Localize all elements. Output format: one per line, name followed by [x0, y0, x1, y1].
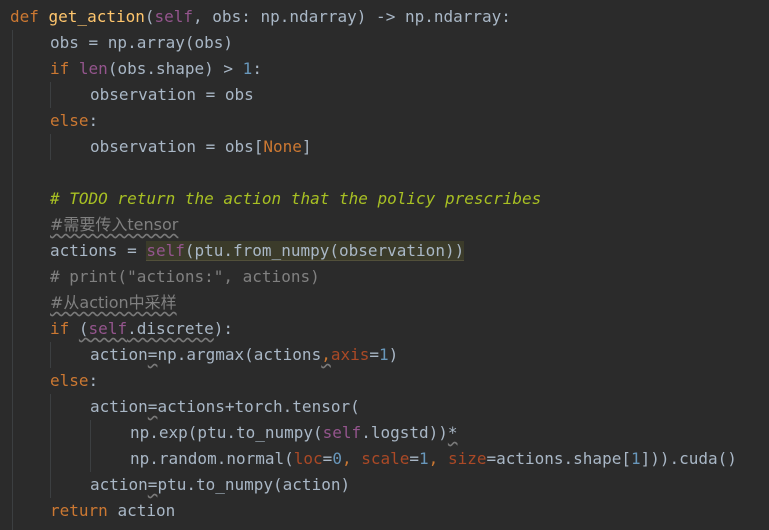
code-line[interactable]: #从action中采样 [50, 290, 177, 316]
code-token: , [341, 449, 362, 468]
code-line[interactable]: np.exp(ptu.to_numpy(self.logstd))* [130, 420, 458, 446]
code-line[interactable]: action=np.argmax(actions,axis=1) [90, 342, 398, 368]
code-token: observation = obs [90, 85, 254, 104]
code-token: .logstd)) [361, 423, 448, 442]
code-token: self [322, 423, 362, 442]
code-token: action [90, 475, 148, 494]
code-token: obs = np.array(obs) [50, 33, 234, 52]
code-token: if [50, 319, 79, 338]
code-token: else [50, 111, 89, 130]
code-line[interactable]: def get_action(self, obs: np.ndarray) ->… [10, 4, 511, 30]
code-token: observation = obs[ [90, 137, 264, 156]
code-token: , obs: np.ndarray) -> np.ndarray: [193, 7, 511, 26]
code-line[interactable]: np.random.normal(loc=0, scale=1, size=ac… [130, 446, 737, 472]
code-token: # print("actions:", actions) [50, 267, 320, 286]
code-token: =actions.shape[ [486, 449, 631, 468]
code-line[interactable]: obs = np.array(obs) [50, 30, 233, 56]
code-token: actions = [50, 241, 147, 260]
code-token: np.exp(ptu.to_numpy( [130, 423, 323, 442]
code-token: 1 [419, 449, 429, 468]
code-token: ): [213, 319, 234, 338]
code-token: ] [301, 137, 312, 156]
code-line[interactable]: actions = self(ptu.from_numpy(observatio… [50, 238, 465, 264]
code-line[interactable]: # TODO return the action that the policy… [50, 186, 541, 212]
code-token: #从action中采样 [50, 293, 177, 312]
code-token: ( [78, 319, 89, 338]
code-token: 1 [630, 449, 641, 468]
code-token: (obs.shape) > [107, 59, 243, 78]
code-token: np.argmax(actions [157, 345, 322, 364]
code-line[interactable]: action=ptu.to_numpy(action) [90, 472, 350, 498]
code-token: ) [388, 345, 399, 364]
indent-guide [50, 82, 51, 108]
code-token: ptu.to_numpy(action) [157, 475, 351, 494]
indent-guide [90, 420, 91, 472]
code-token: , [428, 449, 448, 468]
code-token: : [88, 371, 99, 390]
code-token: return [50, 501, 118, 520]
code-token: self [146, 241, 185, 261]
code-line[interactable]: observation = obs[None] [90, 134, 312, 160]
indent-guide [50, 342, 51, 368]
code-token: : [88, 111, 99, 130]
code-token: if [50, 59, 79, 78]
code-line[interactable]: if len(obs.shape) > 1: [50, 56, 262, 82]
code-token: action [117, 501, 176, 520]
code-token: 1 [242, 59, 253, 78]
code-token: len [78, 59, 108, 78]
code-token: size [447, 449, 487, 468]
code-token: ( [144, 7, 155, 26]
code-token: get_action [48, 7, 145, 26]
code-token: = [409, 449, 420, 468]
indent-guide [50, 394, 51, 498]
code-token: axis [330, 345, 370, 364]
code-line[interactable]: else: [50, 108, 98, 134]
code-token: loc [293, 449, 323, 468]
code-token: self [88, 319, 128, 338]
code-line[interactable]: #需要传入tensor [50, 212, 178, 238]
code-token: 1 [379, 345, 389, 364]
code-line[interactable]: else: [50, 368, 98, 394]
code-token: scale [361, 449, 410, 468]
code-token: else [50, 371, 89, 390]
code-token: 0 [332, 449, 342, 468]
code-token: = [147, 345, 158, 364]
code-line[interactable]: action=actions+torch.tensor( [90, 394, 360, 420]
code-line[interactable]: observation = obs [90, 82, 254, 108]
code-line[interactable]: # print("actions:", actions) [50, 264, 320, 290]
code-token: # TODO return the action that the policy… [50, 189, 542, 208]
code-token: ])).cuda() [640, 449, 737, 468]
code-token: #需要传入tensor [50, 215, 179, 234]
code-token: None [263, 137, 302, 156]
code-token: self [154, 7, 194, 26]
code-token: np.random.normal( [130, 449, 294, 468]
code-token: * [447, 423, 458, 442]
code-token: = [147, 397, 158, 416]
code-line[interactable]: if (self.discrete): [50, 316, 233, 342]
code-token: : [252, 59, 262, 78]
indent-guide [12, 30, 13, 530]
code-token: actions+torch.tensor( [157, 397, 360, 416]
code-token: = [322, 449, 333, 468]
code-token: .discrete [127, 319, 214, 338]
code-token: = [369, 345, 380, 364]
indent-guide [50, 134, 51, 160]
code-token: (ptu.from_numpy(observation)) [184, 241, 465, 261]
code-token: action [90, 397, 148, 416]
code-token: action [90, 345, 148, 364]
code-token: , [321, 345, 331, 364]
code-token: def [10, 7, 49, 26]
code-line[interactable]: return action [50, 498, 175, 524]
code-editor[interactable]: def get_action(self, obs: np.ndarray) ->… [0, 0, 769, 530]
code-token: = [147, 475, 158, 494]
